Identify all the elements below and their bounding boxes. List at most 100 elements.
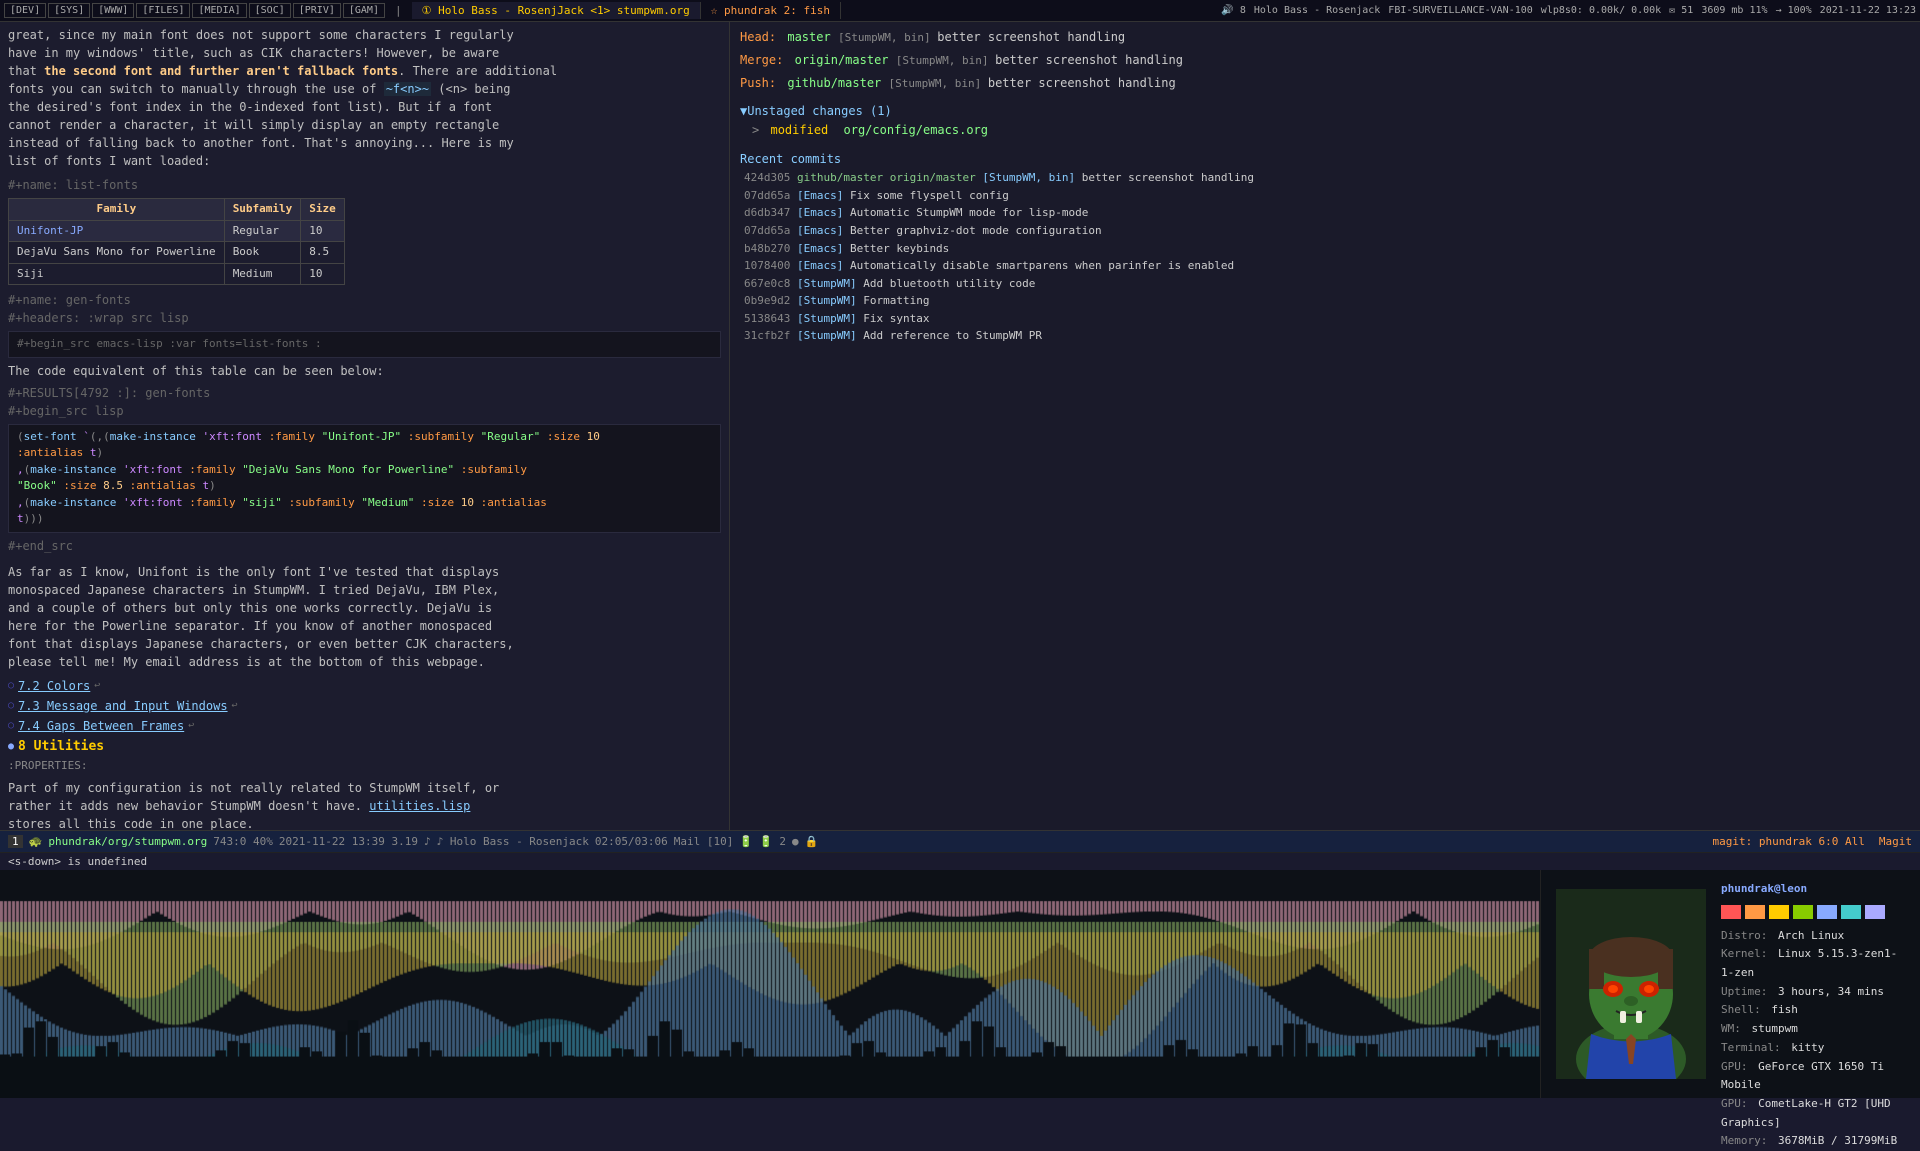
- commit-row: 31cfb2f [StumpWM] Add reference to Stump…: [740, 327, 1910, 345]
- uptime-label: Uptime:: [1721, 985, 1767, 998]
- table-cell: Regular: [224, 220, 301, 242]
- commit-row: 1078400 [Emacs] Automatically disable sm…: [740, 257, 1910, 275]
- main-area: great, since my main font does not suppo…: [0, 22, 1920, 830]
- battery-icon: 🔋: [739, 835, 753, 848]
- tag-gam[interactable]: [GAM]: [343, 3, 385, 18]
- shell-label: Shell:: [1721, 1003, 1761, 1016]
- echo-area: <s-down> is undefined: [0, 852, 1920, 870]
- lisp-line-5: ,(make-instance 'xft:font :family "siji"…: [17, 495, 712, 512]
- commit-row: 424d305 github/master origin/master [Stu…: [740, 169, 1910, 187]
- headers-wrap: #+headers: :wrap src lisp: [8, 309, 721, 327]
- commits-list: 424d305 github/master origin/master [Stu…: [740, 169, 1910, 345]
- uptime-value: 3 hours, 34 mins: [1778, 985, 1884, 998]
- table-header-subfamily: Subfamily: [224, 199, 301, 221]
- push-label: Push:: [740, 76, 776, 90]
- distro-label: Distro:: [1721, 929, 1767, 942]
- lisp-line-3: ,(make-instance 'xft:font :family "DejaV…: [17, 462, 712, 479]
- tag-www[interactable]: [WWW]: [92, 3, 134, 18]
- outline-label[interactable]: 7.2 Colors: [18, 677, 90, 695]
- outline-arrow: ↩: [94, 678, 100, 693]
- modified-file: org/config/emacs.org: [844, 123, 989, 137]
- magit-push: Push: github/master [StumpWM, bin] bette…: [740, 74, 1910, 93]
- begin-src: #+begin_src emacs-lisp :var fonts=list-f…: [17, 337, 322, 350]
- lock-icon: 🔒: [805, 835, 819, 848]
- table-header-family: Family: [9, 199, 225, 221]
- table-cell: 10: [301, 220, 345, 242]
- wm-label: WM:: [1721, 1022, 1741, 1035]
- color-dot-2: [1745, 905, 1765, 919]
- outline-label[interactable]: 7.3 Message and Input Windows: [18, 697, 228, 715]
- mail-count: ✉ 51: [1669, 5, 1693, 16]
- gpu-label: GPU:: [1721, 1060, 1748, 1073]
- commit-row: 0b9e9d2 [StumpWM] Formatting: [740, 292, 1910, 310]
- outline-dot: ○: [8, 678, 14, 693]
- tag-priv[interactable]: [PRIV]: [293, 3, 341, 18]
- org-para-1: great, since my main font does not suppo…: [8, 26, 721, 170]
- echo-text: <s-down> is undefined: [8, 855, 147, 868]
- results-line: #+RESULTS[4792 :]: gen-fonts: [8, 384, 721, 402]
- section-8-heading: 8 Utilities: [18, 737, 104, 757]
- table-cell: DejaVu Sans Mono for Powerline: [9, 242, 225, 264]
- utilities-link[interactable]: utilities.lisp: [369, 799, 470, 813]
- top-bar: [DEV] [SYS] [WWW] [FILES] [MEDIA] [SOC] …: [0, 0, 1920, 22]
- tag-dev[interactable]: [DEV]: [4, 3, 46, 18]
- outline-item-73: ○ 7.3 Message and Input Windows ↩: [8, 697, 721, 715]
- recent-commits-header: Recent commits: [740, 150, 1910, 169]
- music-visualizer: [0, 870, 1540, 1098]
- tag-media[interactable]: [MEDIA]: [192, 3, 246, 18]
- properties-label: :PROPERTIES:: [8, 758, 721, 775]
- network-name: FBI-SURVEILLANCE-VAN-100: [1388, 5, 1533, 16]
- tab-stumpwm[interactable]: ① Holo Bass - RosenjJack <1> stumpwm.org: [412, 2, 701, 19]
- magit-head: Head: master [StumpWM, bin] better scree…: [740, 28, 1910, 47]
- unstaged-file: > modified org/config/emacs.org: [740, 121, 1910, 140]
- merge-info: origin/master [StumpWM, bin] better scre…: [795, 53, 1183, 67]
- color-dot-7: [1865, 905, 1885, 919]
- left-panel: great, since my main font does not suppo…: [0, 22, 730, 830]
- table-cell: Siji: [9, 263, 225, 285]
- workspace-tags[interactable]: [DEV] [SYS] [WWW] [FILES] [MEDIA] [SOC] …: [4, 3, 385, 18]
- tab-fish[interactable]: ☆ phundrak 2: fish: [701, 2, 841, 19]
- fonts-table: Family Subfamily Size Unifont-JP Regular…: [8, 198, 345, 285]
- memory-label: Memory:: [1721, 1134, 1767, 1147]
- magit-label: Magit: [1879, 835, 1912, 848]
- memory-usage: 3609 mb 11%: [1701, 5, 1767, 16]
- tag-sys[interactable]: [SYS]: [48, 3, 90, 18]
- src-block-header: #+begin_src emacs-lisp :var fonts=list-f…: [8, 331, 721, 358]
- lisp-line-2: :antialias t): [17, 445, 712, 462]
- color-dot-3: [1769, 905, 1789, 919]
- shell-value: fish: [1771, 1003, 1798, 1016]
- battery-num: 🔋 2: [759, 835, 786, 848]
- terminal-label: Terminal:: [1721, 1041, 1781, 1054]
- outline-dot: ○: [8, 698, 14, 713]
- wm-value: stumpwm: [1752, 1022, 1798, 1035]
- date: 2021-11-22 13:39 3.19: [279, 835, 418, 848]
- tag-files[interactable]: [FILES]: [136, 3, 190, 18]
- shell-row: Shell: fish: [1721, 1001, 1910, 1020]
- section-8-text: Part of my configuration is not really r…: [8, 779, 721, 831]
- head-label: Head:: [740, 30, 776, 44]
- outline-dot: ○: [8, 718, 14, 733]
- gpu-row: GPU: GeForce GTX 1650 Ti Mobile: [1721, 1058, 1910, 1095]
- table-cell: 10: [301, 263, 345, 285]
- name-gen-fonts: #+name: gen-fonts: [8, 291, 721, 309]
- lisp-line-1: (set-font `(,(make-instance 'xft:font :f…: [17, 429, 712, 446]
- commit-row: 667e0c8 [StumpWM] Add bluetooth utility …: [740, 275, 1910, 293]
- turtle-icon: 🐢: [29, 835, 43, 848]
- outline-item-8: ● 8 Utilities: [8, 737, 721, 757]
- code-equivalent-text: The code equivalent of this table can be…: [8, 362, 721, 380]
- datetime: 2021-11-22 13:23: [1820, 5, 1916, 16]
- outline-arrow: ↩: [188, 718, 194, 733]
- avatar-svg: [1556, 889, 1706, 1079]
- tag-soc[interactable]: [SOC]: [249, 3, 291, 18]
- outline-label[interactable]: 7.4 Gaps Between Frames: [18, 717, 184, 735]
- status-dot: ●: [792, 835, 799, 848]
- position: 743:0 40%: [213, 835, 273, 848]
- buffer-num: 1: [8, 835, 23, 848]
- volume-info: 🔊 8: [1221, 5, 1246, 16]
- name-list-fonts: #+name: list-fonts: [8, 176, 721, 194]
- avatar-area: [1551, 880, 1711, 1088]
- push-info: github/master [StumpWM, bin] better scre…: [787, 76, 1175, 90]
- org-para-2: As far as I know, Unifont is the only fo…: [8, 563, 721, 671]
- merge-label: Merge:: [740, 53, 783, 67]
- table-cell: Unifont-JP: [9, 220, 225, 242]
